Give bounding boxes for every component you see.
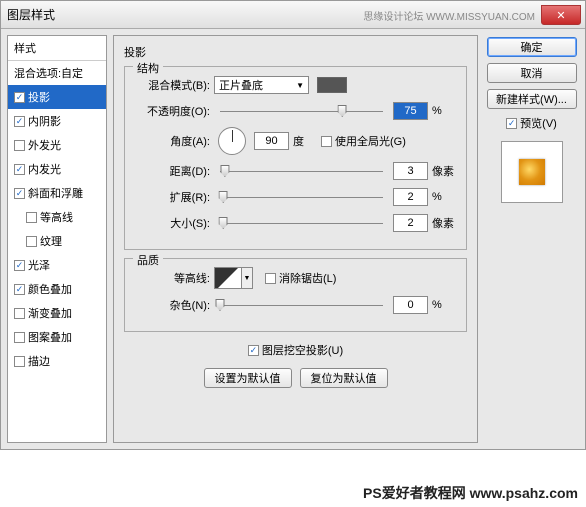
distance-slider[interactable] — [220, 164, 383, 178]
noise-label: 杂色(N): — [135, 297, 210, 313]
new-style-button[interactable]: 新建样式(W)... — [487, 89, 577, 109]
style-checkbox[interactable] — [14, 308, 25, 319]
style-item[interactable]: 渐变叠加 — [8, 301, 106, 325]
style-item[interactable]: 内发光 — [8, 157, 106, 181]
size-label: 大小(S): — [135, 215, 210, 231]
structure-legend: 结构 — [133, 60, 163, 76]
style-item[interactable]: 图案叠加 — [8, 325, 106, 349]
style-item-label: 描边 — [28, 353, 50, 369]
noise-input[interactable]: 0 — [393, 296, 428, 314]
preview-swatch — [519, 159, 545, 185]
action-panel: 确定 取消 新建样式(W)... 预览(V) — [484, 35, 579, 443]
style-item-label: 纹理 — [40, 233, 62, 249]
shadow-color-swatch[interactable] — [317, 77, 347, 93]
style-checkbox[interactable] — [14, 92, 25, 103]
angle-input[interactable]: 90 — [254, 132, 289, 150]
distance-label: 距离(D): — [135, 163, 210, 179]
page-footer: PS爱好者教程网 www.psahz.com — [363, 483, 578, 503]
layer-style-dialog: 图层样式 思缘设计论坛 WWW.MISSYUAN.COM ✕ 样式 混合选项:自… — [0, 0, 586, 450]
contour-dropdown[interactable]: ▼ — [242, 267, 253, 289]
style-checkbox[interactable] — [14, 116, 25, 127]
size-slider[interactable] — [220, 216, 383, 230]
opacity-label: 不透明度(O): — [135, 103, 210, 119]
spread-label: 扩展(R): — [135, 189, 210, 205]
style-item-label: 光泽 — [28, 257, 50, 273]
opacity-slider[interactable] — [220, 104, 383, 118]
angle-label: 角度(A): — [135, 133, 210, 149]
style-item[interactable]: 颜色叠加 — [8, 277, 106, 301]
ok-button[interactable]: 确定 — [487, 37, 577, 57]
style-checkbox[interactable] — [14, 188, 25, 199]
style-checkbox[interactable] — [14, 260, 25, 271]
close-button[interactable]: ✕ — [541, 5, 581, 25]
spread-input[interactable]: 2 — [393, 188, 428, 206]
style-checkbox[interactable] — [14, 284, 25, 295]
antialias-checkbox[interactable]: 消除锯齿(L) — [265, 270, 336, 286]
style-item-label: 颜色叠加 — [28, 281, 72, 297]
style-item[interactable]: 描边 — [8, 349, 106, 373]
angle-dial[interactable] — [218, 127, 246, 155]
style-item[interactable]: 斜面和浮雕 — [8, 181, 106, 205]
cancel-button[interactable]: 取消 — [487, 63, 577, 83]
global-light-checkbox[interactable]: 使用全局光(G) — [321, 133, 406, 149]
style-checkbox[interactable] — [14, 164, 25, 175]
style-checkbox[interactable] — [14, 332, 25, 343]
spread-slider[interactable] — [220, 190, 383, 204]
style-list-panel: 样式 混合选项:自定 投影内阴影外发光内发光斜面和浮雕等高线纹理光泽颜色叠加渐变… — [7, 35, 107, 443]
noise-slider[interactable] — [220, 298, 383, 312]
style-item-label: 等高线 — [40, 209, 73, 225]
style-item[interactable]: 纹理 — [8, 229, 106, 253]
style-item-label: 内阴影 — [28, 113, 61, 129]
knockout-checkbox[interactable]: 图层挖空投影(U) — [248, 342, 343, 358]
preview-box — [501, 141, 563, 203]
reset-default-button[interactable]: 复位为默认值 — [300, 368, 388, 388]
structure-fieldset: 结构 混合模式(B): 正片叠底▼ 不透明度(O): 75 % 角度(A): — [124, 66, 467, 250]
size-input[interactable]: 2 — [393, 214, 428, 232]
style-item[interactable]: 内阴影 — [8, 109, 106, 133]
titlebar: 图层样式 思缘设计论坛 WWW.MISSYUAN.COM ✕ — [1, 1, 585, 29]
quality-fieldset: 品质 等高线: ▼ 消除锯齿(L) 杂色(N): 0 % — [124, 258, 467, 332]
style-item[interactable]: 光泽 — [8, 253, 106, 277]
style-item[interactable]: 等高线 — [8, 205, 106, 229]
style-list-header: 样式 — [8, 36, 106, 61]
style-item-label: 渐变叠加 — [28, 305, 72, 321]
distance-input[interactable]: 3 — [393, 162, 428, 180]
style-item-label: 投影 — [28, 89, 50, 105]
style-item[interactable]: 投影 — [8, 85, 106, 109]
style-checkbox[interactable] — [14, 140, 25, 151]
style-item-label: 内发光 — [28, 161, 61, 177]
style-item-label: 图案叠加 — [28, 329, 72, 345]
style-item-label: 外发光 — [28, 137, 61, 153]
quality-legend: 品质 — [133, 252, 163, 268]
opacity-input[interactable]: 75 — [393, 102, 428, 120]
window-title: 图层样式 — [7, 6, 55, 23]
blend-mode-select[interactable]: 正片叠底▼ — [214, 76, 309, 94]
style-checkbox[interactable] — [14, 356, 25, 367]
contour-picker[interactable] — [214, 267, 242, 289]
blend-options-item[interactable]: 混合选项:自定 — [8, 61, 106, 85]
watermark: 思缘设计论坛 WWW.MISSYUAN.COM — [363, 8, 535, 23]
style-item-label: 斜面和浮雕 — [28, 185, 83, 201]
contour-label: 等高线: — [135, 270, 210, 286]
style-checkbox[interactable] — [26, 212, 37, 223]
style-checkbox[interactable] — [26, 236, 37, 247]
style-item[interactable]: 外发光 — [8, 133, 106, 157]
settings-panel: 投影 结构 混合模式(B): 正片叠底▼ 不透明度(O): 75 % — [113, 35, 478, 443]
preview-checkbox[interactable]: 预览(V) — [506, 115, 557, 131]
blend-mode-label: 混合模式(B): — [135, 77, 210, 93]
chevron-down-icon: ▼ — [296, 81, 304, 90]
panel-title: 投影 — [124, 44, 467, 60]
make-default-button[interactable]: 设置为默认值 — [204, 368, 292, 388]
